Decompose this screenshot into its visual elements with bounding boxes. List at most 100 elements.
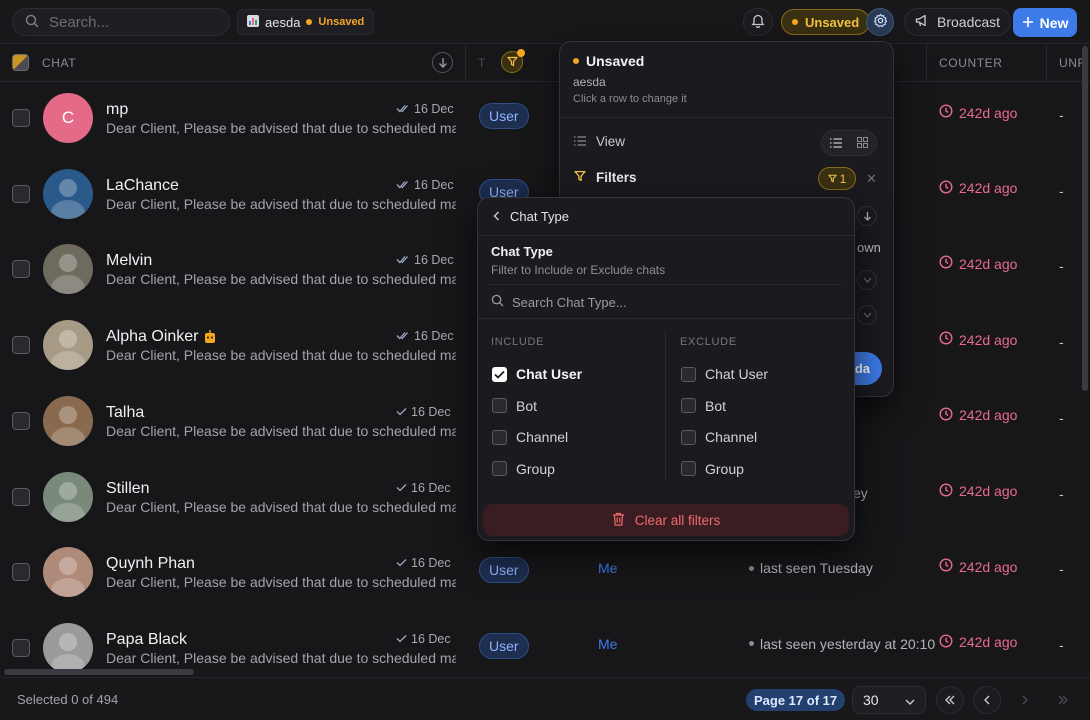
owner-link[interactable]: Me bbox=[598, 636, 617, 652]
message-date: 16 Dec bbox=[396, 329, 454, 343]
list-view-icon[interactable] bbox=[829, 135, 842, 151]
option-checkbox[interactable] bbox=[492, 366, 507, 382]
date-text: 16 Dec bbox=[411, 480, 451, 495]
filter-icon bbox=[574, 170, 586, 185]
back-label: Chat Type bbox=[510, 209, 570, 224]
message-date: 16 Dec bbox=[396, 178, 454, 192]
avatar bbox=[43, 320, 93, 371]
filters-row[interactable]: Filters bbox=[574, 170, 637, 185]
search-icon bbox=[25, 14, 39, 31]
row-checkbox[interactable] bbox=[12, 487, 30, 506]
next-page-button[interactable] bbox=[1011, 686, 1039, 714]
bot-badge-icon bbox=[204, 330, 216, 347]
chat-name: Papa Black bbox=[106, 630, 187, 648]
chevron-down-icon[interactable] bbox=[857, 206, 877, 226]
sort-button[interactable] bbox=[432, 52, 453, 73]
include-option[interactable]: Channel bbox=[492, 429, 568, 445]
exclude-option[interactable]: Chat User bbox=[681, 366, 768, 382]
date-text: 16 Dec bbox=[411, 556, 451, 571]
message-date: 16 Dec bbox=[396, 405, 451, 419]
clear-all-filters-button[interactable]: Clear all filters bbox=[483, 504, 849, 536]
column-type[interactable]: T bbox=[478, 56, 486, 70]
broadcast-button[interactable]: Broadcast bbox=[904, 8, 1012, 36]
divider bbox=[478, 318, 854, 319]
exclude-option[interactable]: Channel bbox=[681, 429, 757, 445]
unsaved-dot bbox=[573, 58, 579, 64]
include-option[interactable]: Group bbox=[492, 461, 555, 477]
new-button[interactable]: New bbox=[1013, 8, 1077, 37]
counter-text: 242d ago bbox=[959, 104, 1018, 121]
save-preset-label: da bbox=[854, 361, 870, 376]
broadcast-label: Broadcast bbox=[937, 14, 1001, 30]
row-checkbox[interactable] bbox=[12, 563, 30, 582]
filters-label: Filters bbox=[596, 170, 637, 185]
view-row[interactable]: View bbox=[574, 134, 625, 149]
notifications-button[interactable] bbox=[743, 8, 773, 36]
include-option[interactable]: Chat User bbox=[492, 366, 582, 382]
row-checkbox[interactable] bbox=[12, 260, 30, 279]
option-checkbox[interactable] bbox=[492, 461, 507, 476]
message-preview: Dear Client, Please be advised that due … bbox=[106, 422, 456, 439]
option-checkbox[interactable] bbox=[492, 398, 507, 413]
include-option[interactable]: Bot bbox=[492, 398, 537, 414]
message-preview: Dear Client, Please be advised that due … bbox=[106, 195, 456, 212]
type-filter-button[interactable] bbox=[501, 49, 525, 73]
unsaved-status-button[interactable]: Unsaved bbox=[781, 9, 871, 35]
row-checkbox[interactable] bbox=[12, 109, 30, 127]
previous-page-button[interactable] bbox=[973, 686, 1001, 714]
settings-button[interactable] bbox=[866, 8, 894, 36]
horizontal-scrollbar[interactable] bbox=[4, 669, 194, 675]
preset-chip[interactable]: aesda Unsaved bbox=[237, 9, 375, 35]
column-divider bbox=[1046, 44, 1047, 82]
read-check-icon bbox=[396, 405, 407, 419]
filter-count-badge[interactable]: 1 bbox=[818, 167, 856, 190]
first-page-button[interactable] bbox=[936, 686, 964, 714]
unread-count: - bbox=[1059, 258, 1064, 275]
back-button[interactable]: Chat Type bbox=[493, 209, 569, 224]
avatar bbox=[43, 244, 93, 295]
avatar: C bbox=[43, 93, 93, 143]
avatar-photo bbox=[51, 178, 85, 219]
option-checkbox[interactable] bbox=[492, 429, 507, 445]
option-checkbox[interactable] bbox=[681, 461, 696, 476]
chat-type-search[interactable]: Search Chat Type... bbox=[491, 294, 627, 310]
column-counter[interactable]: COUNTER bbox=[939, 56, 1003, 70]
grid-view-icon[interactable] bbox=[857, 135, 869, 151]
row-checkbox[interactable] bbox=[12, 184, 30, 203]
list-icon bbox=[574, 134, 586, 149]
filter-icon bbox=[827, 172, 837, 186]
clock-icon bbox=[939, 331, 953, 348]
row-checkbox[interactable] bbox=[12, 638, 30, 657]
rows-per-page-select[interactable]: 30 bbox=[852, 686, 926, 714]
preset-panel-name: aesda bbox=[573, 75, 606, 89]
exclude-option[interactable]: Bot bbox=[681, 398, 726, 414]
chat-name: Stillen bbox=[106, 479, 150, 497]
view-toggle[interactable] bbox=[821, 130, 877, 156]
chevron-down-icon[interactable] bbox=[857, 270, 877, 290]
vertical-scrollbar[interactable] bbox=[1082, 46, 1088, 391]
row-checkbox[interactable] bbox=[12, 336, 30, 355]
option-label: Bot bbox=[516, 397, 538, 414]
bell-icon bbox=[751, 13, 765, 31]
exclude-option[interactable]: Group bbox=[681, 461, 744, 477]
table-row[interactable]: Quynh Phan 16 Dec Dear Client, Please be a… bbox=[0, 536, 1090, 611]
chat-name: Alpha Oinker bbox=[106, 328, 199, 346]
select-all-checkbox[interactable] bbox=[12, 54, 29, 71]
clear-all-filters-label: Clear all filters bbox=[634, 512, 721, 528]
table-row[interactable]: Papa Black 16 Dec Dear Client, Please be a… bbox=[0, 612, 1090, 687]
close-icon[interactable]: ✕ bbox=[866, 171, 877, 187]
search-input[interactable]: Search... bbox=[49, 14, 109, 31]
chevron-right-icon bbox=[1021, 692, 1029, 708]
search-box[interactable]: Search... bbox=[12, 8, 230, 36]
exclude-header: EXCLUDE bbox=[680, 336, 737, 348]
row-checkbox[interactable] bbox=[12, 411, 30, 430]
option-checkbox[interactable] bbox=[681, 398, 696, 413]
chat-type-search-input[interactable]: Search Chat Type... bbox=[512, 295, 627, 310]
chevron-down-icon[interactable] bbox=[857, 305, 877, 325]
option-checkbox[interactable] bbox=[681, 429, 696, 445]
last-page-button[interactable] bbox=[1049, 686, 1077, 714]
option-checkbox[interactable] bbox=[681, 366, 696, 382]
table-row[interactable]: Cmp 16 Dec Dear Client, Please be advised … bbox=[0, 82, 1090, 157]
column-chat[interactable]: CHAT bbox=[42, 56, 76, 70]
owner-link[interactable]: Me bbox=[598, 560, 617, 576]
